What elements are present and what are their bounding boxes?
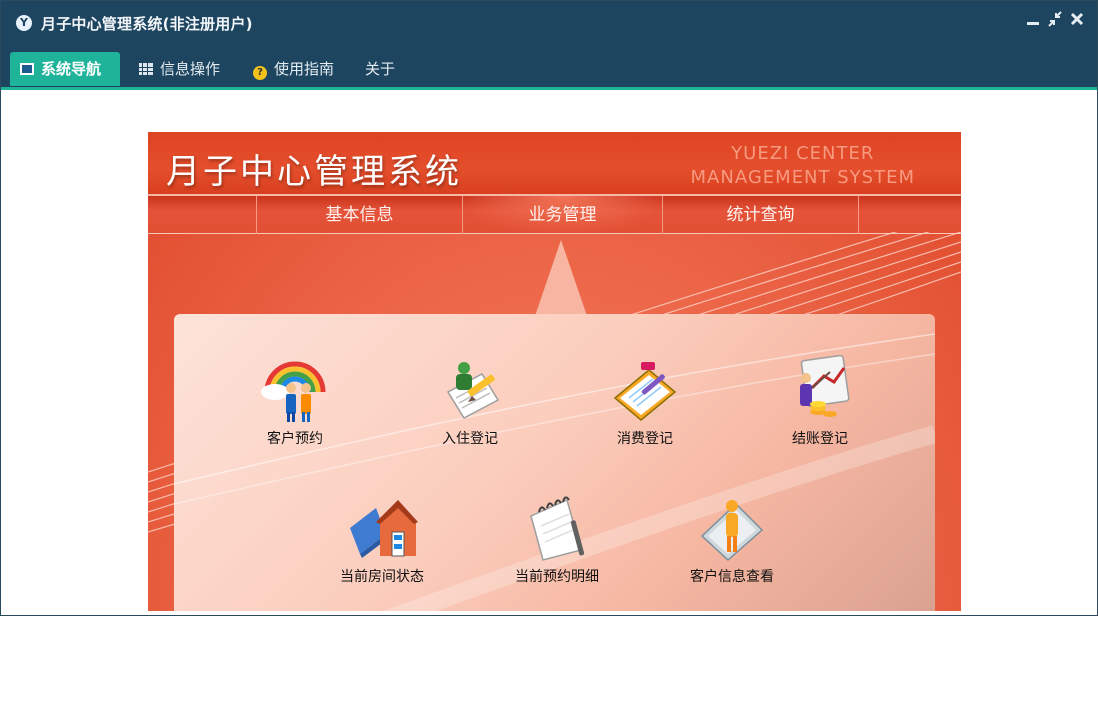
menu-system-nav[interactable]: 系统导航: [10, 52, 120, 86]
menu-label: 信息操作: [160, 60, 221, 78]
customer-booking-icon: [261, 361, 326, 422]
app-window: Y 月子中心管理系统(非注册用户) 系统导航 信息操作 ? 使用指南 关于 月子中…: [0, 0, 1098, 616]
tile-checkin-register[interactable]: 入住登记: [415, 352, 525, 448]
tab-business-mgmt[interactable]: 业务管理: [462, 196, 662, 234]
restore-icon[interactable]: [1048, 11, 1062, 31]
minimize-icon[interactable]: [1026, 13, 1040, 31]
tab-statistics-query[interactable]: 统计查询: [662, 196, 858, 234]
menu-info-ops[interactable]: 信息操作: [129, 52, 237, 86]
banner-english-title: YUEZI CENTER MANAGEMENT SYSTEM: [691, 142, 915, 190]
tile-label: 结账登记: [792, 431, 848, 447]
tile-label: 客户信息查看: [690, 569, 774, 585]
menu-user-guide[interactable]: ? 使用指南: [243, 52, 353, 86]
banner-english-line2: MANAGEMENT SYSTEM: [690, 167, 915, 188]
room-status-icon: [350, 500, 418, 558]
banner-title: 月子中心管理系统: [166, 152, 462, 192]
grid-icon: [139, 63, 153, 75]
tile-booking-detail[interactable]: 当前预约明细: [502, 490, 612, 586]
system-banner: 月子中心管理系统 YUEZI CENTER MANAGEMENT SYSTEM …: [148, 132, 961, 611]
menu-label: 使用指南: [274, 60, 335, 78]
menu-about[interactable]: 关于: [355, 52, 411, 86]
function-panel: 客户预约 入住登记 消费登记 结账登记 当前房间状态 当前预约明细 客户信息查看: [174, 314, 935, 611]
tab-basic-info[interactable]: 基本信息: [256, 196, 462, 234]
tile-checkout-register[interactable]: 结账登记: [765, 352, 875, 448]
banner-english-line1: YUEZI CENTER: [731, 143, 875, 164]
menu-label: 系统导航: [41, 60, 102, 78]
tile-label: 消费登记: [617, 431, 673, 447]
tile-label: 入住登记: [442, 431, 498, 447]
tile-label: 客户预约: [267, 431, 323, 447]
booking-detail-icon: [530, 496, 585, 561]
title-bar[interactable]: Y 月子中心管理系统(非注册用户): [1, 1, 1097, 46]
checkin-register-icon: [446, 362, 500, 419]
close-icon[interactable]: [1070, 11, 1084, 31]
help-icon: ?: [253, 66, 267, 80]
tile-customer-info[interactable]: 客户信息查看: [677, 490, 787, 586]
consumption-register-icon: [613, 362, 677, 421]
tile-customer-booking[interactable]: 客户预约: [240, 352, 350, 448]
banner-nav: 基本信息 业务管理 统计查询: [148, 194, 961, 234]
checkout-register-icon: [800, 354, 850, 417]
banner-header: 月子中心管理系统 YUEZI CENTER MANAGEMENT SYSTEM: [148, 132, 961, 194]
customer-info-icon: [700, 500, 764, 562]
tile-label: 当前房间状态: [340, 569, 424, 585]
tile-consumption-register[interactable]: 消费登记: [590, 352, 700, 448]
tile-room-status[interactable]: 当前房间状态: [327, 490, 437, 586]
monitor-icon: [20, 63, 34, 75]
app-logo-icon: Y: [16, 15, 32, 31]
active-tab-pointer: [535, 240, 587, 316]
menu-label: 关于: [365, 60, 396, 78]
nav-separator: [858, 196, 961, 234]
window-title: 月子中心管理系统(非注册用户): [41, 15, 253, 33]
tile-label: 当前预约明细: [515, 569, 599, 585]
main-menu-bar: 系统导航 信息操作 ? 使用指南 关于: [1, 46, 1097, 87]
menu-underline: [1, 87, 1097, 90]
